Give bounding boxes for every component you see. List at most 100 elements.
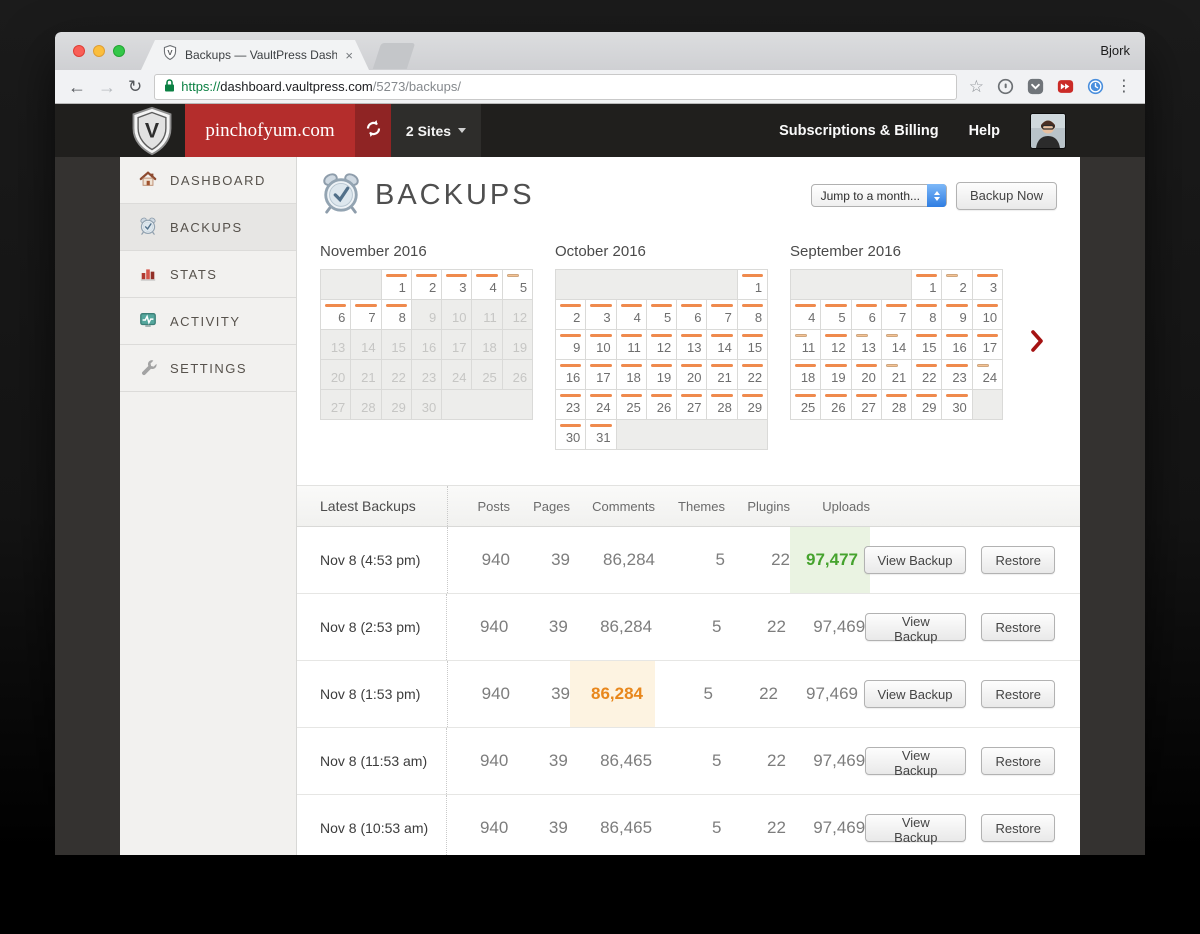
- calendar-day-20[interactable]: 20: [676, 359, 708, 390]
- pocket-extension-icon[interactable]: [1026, 78, 1044, 96]
- calendar-day-11[interactable]: 11: [615, 329, 647, 360]
- help-link[interactable]: Help: [969, 123, 1000, 139]
- calendar-day-10[interactable]: 10: [971, 299, 1004, 330]
- view-backup-button[interactable]: View Backup: [863, 680, 967, 708]
- fastforward-extension-icon[interactable]: [1056, 78, 1074, 96]
- sites-dropdown[interactable]: 2 Sites: [391, 104, 481, 157]
- calendar-day-18[interactable]: 18: [615, 359, 647, 390]
- close-window-button[interactable]: [73, 45, 85, 57]
- calendar-day-26[interactable]: 26: [820, 389, 852, 420]
- restore-button[interactable]: Restore: [981, 680, 1055, 708]
- calendar-day-25[interactable]: 25: [615, 389, 647, 420]
- calendar-day-29[interactable]: 29: [736, 389, 769, 420]
- view-backup-button[interactable]: View Backup: [865, 747, 967, 778]
- calendar-day-22[interactable]: 22: [736, 359, 769, 390]
- calendar-day-17[interactable]: 17: [971, 329, 1004, 360]
- calendar-day-1[interactable]: 1: [736, 269, 769, 300]
- view-backup-button[interactable]: View Backup: [865, 814, 967, 845]
- password-extension-icon[interactable]: [996, 78, 1014, 96]
- calendar-day-6[interactable]: 6: [850, 299, 882, 330]
- restore-button[interactable]: Restore: [981, 747, 1055, 775]
- subscriptions-billing-link[interactable]: Subscriptions & Billing: [779, 123, 939, 139]
- backup-now-button[interactable]: Backup Now: [956, 181, 1057, 210]
- calendar-day-3[interactable]: 3: [585, 299, 617, 330]
- calendar-day-23[interactable]: 23: [554, 389, 587, 420]
- calendar-day-2[interactable]: 2: [410, 269, 443, 300]
- calendar-day-16[interactable]: 16: [941, 329, 973, 360]
- calendar-day-12[interactable]: 12: [820, 329, 852, 360]
- restore-button[interactable]: Restore: [981, 613, 1055, 641]
- calendar-day-5[interactable]: 5: [645, 299, 678, 330]
- new-tab-button[interactable]: [372, 43, 416, 69]
- calendar-day-24[interactable]: 24: [585, 389, 617, 420]
- calendar-day-27[interactable]: 27: [850, 389, 882, 420]
- calendar-day-11[interactable]: 11: [789, 329, 822, 360]
- zoom-window-button[interactable]: [113, 45, 125, 57]
- calendar-day-8[interactable]: 8: [911, 299, 943, 330]
- calendar-day-25[interactable]: 25: [789, 389, 822, 420]
- vaultpress-logo[interactable]: V: [129, 106, 175, 161]
- sidebar-item-backups[interactable]: BACKUPS: [120, 204, 296, 251]
- calendar-day-9[interactable]: 9: [554, 329, 587, 360]
- calendar-day-1[interactable]: 1: [911, 269, 943, 300]
- calendar-day-2[interactable]: 2: [941, 269, 973, 300]
- calendar-day-7[interactable]: 7: [706, 299, 738, 330]
- calendar-day-14[interactable]: 14: [706, 329, 738, 360]
- calendar-day-24[interactable]: 24: [971, 359, 1004, 390]
- calendar-next-icon[interactable]: [1030, 330, 1044, 357]
- calendar-day-23[interactable]: 23: [941, 359, 973, 390]
- minimize-window-button[interactable]: [93, 45, 105, 57]
- sidebar-item-activity[interactable]: ACTIVITY: [120, 298, 296, 345]
- calendar-day-14[interactable]: 14: [880, 329, 913, 360]
- calendar-day-4[interactable]: 4: [471, 269, 503, 300]
- calendar-day-21[interactable]: 21: [706, 359, 738, 390]
- back-icon[interactable]: ←: [68, 78, 86, 96]
- calendar-day-28[interactable]: 28: [880, 389, 913, 420]
- bookmark-star-icon[interactable]: ☆: [969, 78, 984, 95]
- calendar-day-20[interactable]: 20: [850, 359, 882, 390]
- calendar-day-3[interactable]: 3: [971, 269, 1004, 300]
- sidebar-item-stats[interactable]: STATS: [120, 251, 296, 298]
- calendar-day-12[interactable]: 12: [645, 329, 678, 360]
- calendar-day-6[interactable]: 6: [676, 299, 708, 330]
- browser-profile-name[interactable]: Bjork: [1100, 43, 1130, 58]
- calendar-day-5[interactable]: 5: [501, 269, 534, 300]
- restore-button[interactable]: Restore: [981, 814, 1055, 842]
- calendar-day-30[interactable]: 30: [554, 419, 587, 450]
- avatar[interactable]: [1030, 112, 1066, 149]
- calendar-day-17[interactable]: 17: [585, 359, 617, 390]
- calendar-day-4[interactable]: 4: [615, 299, 647, 330]
- calendar-day-9[interactable]: 9: [941, 299, 973, 330]
- calendar-day-31[interactable]: 31: [585, 419, 617, 450]
- calendar-day-10[interactable]: 10: [585, 329, 617, 360]
- calendar-day-8[interactable]: 8: [736, 299, 769, 330]
- calendar-day-27[interactable]: 27: [676, 389, 708, 420]
- calendar-day-30[interactable]: 30: [941, 389, 973, 420]
- calendar-day-22[interactable]: 22: [911, 359, 943, 390]
- browser-menu-icon[interactable]: ⋮: [1116, 78, 1132, 95]
- calendar-day-13[interactable]: 13: [676, 329, 708, 360]
- restore-button[interactable]: Restore: [981, 546, 1055, 574]
- calendar-day-7[interactable]: 7: [350, 299, 382, 330]
- calendar-day-15[interactable]: 15: [911, 329, 943, 360]
- calendar-day-26[interactable]: 26: [645, 389, 678, 420]
- calendar-day-18[interactable]: 18: [789, 359, 822, 390]
- calendar-day-3[interactable]: 3: [441, 269, 473, 300]
- view-backup-button[interactable]: View Backup: [863, 546, 967, 574]
- month-select[interactable]: Jump to a month...: [810, 184, 948, 207]
- sync-site-button[interactable]: [355, 104, 391, 157]
- calendar-day-28[interactable]: 28: [706, 389, 738, 420]
- calendar-day-5[interactable]: 5: [820, 299, 852, 330]
- calendar-day-19[interactable]: 19: [645, 359, 678, 390]
- view-backup-button[interactable]: View Backup: [865, 613, 967, 644]
- clock-extension-icon[interactable]: [1086, 78, 1104, 96]
- calendar-day-7[interactable]: 7: [880, 299, 913, 330]
- reload-icon[interactable]: ↻: [128, 78, 142, 95]
- sidebar-item-settings[interactable]: SETTINGS: [120, 345, 296, 392]
- calendar-day-4[interactable]: 4: [789, 299, 822, 330]
- calendar-day-13[interactable]: 13: [850, 329, 882, 360]
- calendar-day-21[interactable]: 21: [880, 359, 913, 390]
- address-bar[interactable]: https://dashboard.vaultpress.com/5273/ba…: [154, 73, 957, 100]
- calendar-day-15[interactable]: 15: [736, 329, 769, 360]
- calendar-day-8[interactable]: 8: [380, 299, 412, 330]
